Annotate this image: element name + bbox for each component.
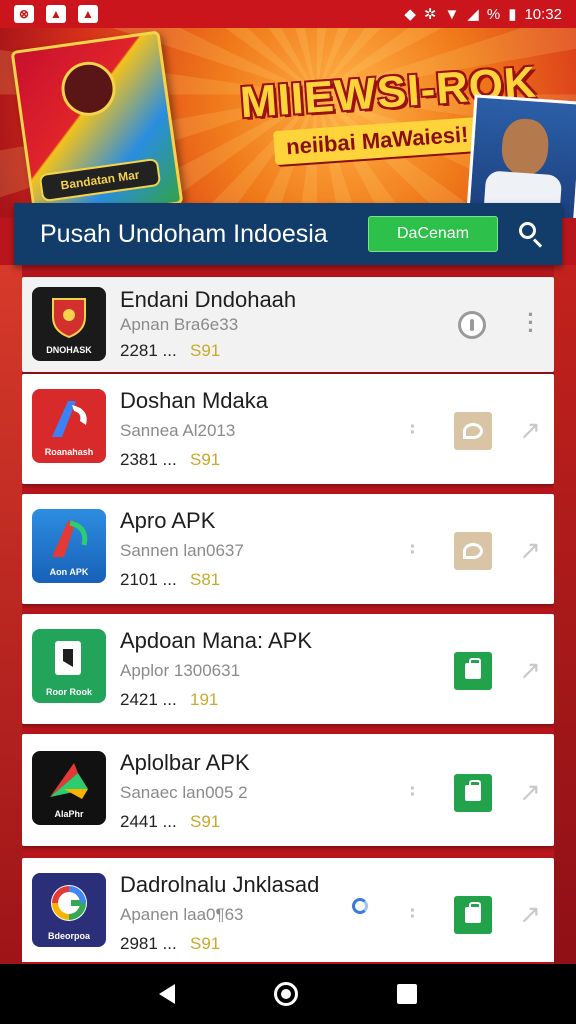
more-options-icon[interactable]: · ·	[408, 537, 418, 563]
letter-a-blue-app-icon: Aon APK	[32, 509, 106, 583]
app-rating: S81	[190, 570, 221, 589]
battery-icon: ▮	[508, 6, 517, 23]
more-options-icon[interactable]: · ·	[408, 417, 418, 443]
app-header: Pusah Undoham Indoesia DaCenam	[14, 203, 562, 265]
list-item[interactable]: Bdeorpoa Dadrolnalu Jnklasad Apanen laa0…	[22, 858, 554, 962]
open-arrow-icon[interactable]: ↗	[516, 416, 544, 444]
download-icon[interactable]	[454, 896, 492, 934]
app-developer: Sannen lan0637	[120, 541, 244, 560]
open-arrow-icon[interactable]: ↗	[516, 900, 544, 928]
letter-a-app-icon: Roanahash	[32, 389, 106, 463]
side-decoration-right	[554, 265, 576, 965]
navigation-bar	[0, 964, 576, 1024]
app-name: Aplolbar APK	[120, 750, 250, 775]
list-item[interactable]: Roanahash Doshan Mdaka Sannea Al2013 238…	[22, 374, 554, 484]
search-icon[interactable]	[516, 219, 546, 249]
app-size: 2981 ...	[120, 934, 177, 953]
app-rating: S91	[190, 450, 221, 469]
app-rating: S91	[190, 812, 221, 831]
app-name: Apro APK	[120, 508, 216, 533]
app-size: 2281 ...	[120, 341, 177, 360]
promo-banner[interactable]: Bandatan Mar MIIEWSI-ROK neiibai MaWaies…	[0, 28, 576, 218]
more-options-icon[interactable]: · ·	[408, 901, 418, 927]
app-name: Endani Dndohaah	[120, 287, 297, 312]
notification-icon: ⊗	[14, 5, 34, 23]
back-icon[interactable]	[159, 984, 176, 1004]
side-decoration-left	[0, 265, 22, 965]
pending-icon[interactable]	[454, 412, 492, 450]
app-rating: S91	[190, 934, 221, 953]
status-right-icons: ◆ ✲ ▼ ◢ % ▮ 10:32	[404, 5, 562, 24]
list-item[interactable]: AlaPhr Aplolbar APK Sanaec lan005 2 2441…	[22, 734, 554, 846]
header-action-button[interactable]: DaCenam	[368, 216, 498, 252]
app-size: 2381 ...	[120, 450, 177, 469]
shield-icon: ◆	[404, 6, 416, 23]
app-developer: Applor 1300631	[120, 661, 241, 680]
home-icon[interactable]	[273, 982, 298, 1006]
open-arrow-icon[interactable]: ↗	[516, 536, 544, 564]
app-size: 2441 ...	[120, 812, 177, 831]
banner-emblem-icon	[58, 58, 120, 120]
vibrate-icon: ✲	[423, 6, 437, 23]
recent-apps-icon[interactable]	[396, 984, 417, 1004]
triangle-app-icon: AlaPhr	[32, 751, 106, 825]
app-rating: S91	[190, 341, 221, 360]
more-options-icon[interactable]: · ·	[408, 779, 418, 805]
app-name: Apdoan Mana: APK	[120, 628, 313, 653]
app-developer: Apnan Bra6e33	[120, 315, 239, 334]
photo-icon: ▲	[78, 5, 98, 23]
app-developer: Sannea Al2013	[120, 421, 236, 440]
info-icon[interactable]	[458, 311, 486, 339]
app-list: DNOHASK Endani Dndohaah Apnan Bra6e33 22…	[22, 270, 554, 962]
list-item[interactable]: DNOHASK Endani Dndohaah Apnan Bra6e33 22…	[22, 277, 554, 372]
status-left-icons: ⊗ ▲ ▲	[14, 5, 98, 23]
open-arrow-icon[interactable]: ↗	[516, 778, 544, 806]
status-bar: ⊗ ▲ ▲ ◆ ✲ ▼ ◢ % ▮ 10:32	[0, 0, 576, 28]
open-arrow-icon[interactable]: ↗	[516, 656, 544, 684]
more-options-icon[interactable]: · · ·	[524, 304, 538, 342]
list-item[interactable]: Aon APK Apro APK Sannen lan0637 2101 ...…	[22, 494, 554, 604]
app-developer: Apanen laa0¶63	[120, 905, 244, 924]
pending-icon[interactable]	[454, 532, 492, 570]
signal-icon: ◢	[467, 6, 479, 23]
app-name: Dadrolnalu Jnklasad	[120, 872, 320, 897]
loading-icon	[352, 898, 368, 914]
status-time: 10:32	[524, 5, 562, 23]
app-name: Doshan Mdaka	[120, 388, 268, 413]
app-size: 2101 ...	[120, 570, 177, 589]
banner-person-photo	[465, 94, 576, 218]
app-developer: Sanaec lan005 2	[120, 783, 248, 802]
g-app-icon: Bdeorpoa	[32, 873, 106, 947]
shield-app-icon: DNOHASK	[32, 287, 106, 361]
app-size: 2421 ...	[120, 690, 177, 709]
list-item[interactable]: Roor Rook Apdoan Mana: APK Applor 130063…	[22, 614, 554, 724]
page-title: Pusah Undoham Indoesia	[40, 219, 328, 248]
wifi-icon: ▼	[444, 5, 460, 23]
image-icon: ▲	[46, 5, 66, 23]
download-icon[interactable]	[454, 774, 492, 812]
app-rating: 191	[190, 690, 219, 709]
document-app-icon: Roor Rook	[32, 629, 106, 703]
download-icon[interactable]	[454, 652, 492, 690]
person-face	[500, 117, 551, 177]
battery-label: %	[486, 5, 501, 23]
